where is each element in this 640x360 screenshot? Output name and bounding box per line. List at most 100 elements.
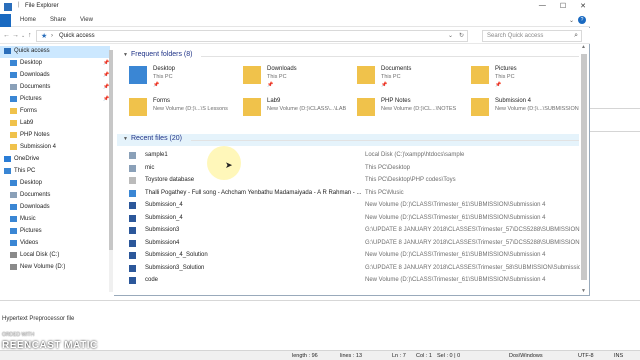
music-icon bbox=[10, 216, 17, 222]
recent-file-row[interactable]: Submission_4 New Volume (D:)\CLASS\Trimes… bbox=[117, 213, 579, 225]
frequent-folders-header[interactable]: ▼ Frequent folders (8) bbox=[117, 50, 579, 62]
nav-item-music[interactable]: Music bbox=[0, 214, 110, 226]
file-name: Submission3_Solution bbox=[145, 264, 205, 271]
scroll-down-icon[interactable]: ▼ bbox=[581, 288, 586, 294]
folder-icon bbox=[243, 98, 261, 116]
nav-item-this-pc[interactable]: This PC bbox=[0, 166, 110, 178]
chevron-down-icon[interactable]: ⌄ bbox=[569, 17, 574, 24]
nav-item-label: Pictures bbox=[20, 228, 42, 234]
watermark-top-text: ORDED WITH bbox=[2, 332, 35, 338]
scroll-up-icon[interactable]: ▲ bbox=[581, 44, 586, 50]
recent-file-row[interactable]: Submission3_Solution G:\UPDATE 8 JANUARY … bbox=[117, 263, 588, 275]
folder-location: New Volume (D:)\...\SUBMISSION bbox=[495, 106, 579, 112]
content-scrollbar[interactable]: ▲ ▼ bbox=[580, 44, 588, 294]
status-col: Col : 1 bbox=[416, 353, 432, 359]
frequent-folder-tile[interactable]: Forms New Volume (D:)\...\S Lessons bbox=[129, 96, 239, 124]
recent-file-row[interactable]: Submission4 G:\UPDATE 8 JANUARY 2018\CLAS… bbox=[117, 238, 580, 250]
file-name: Toystore database bbox=[145, 177, 195, 183]
recent-file-row[interactable]: Submission_4 New Volume (D:)\CLASS\Trimes… bbox=[117, 200, 579, 212]
frequent-folder-tile[interactable]: Downloads This PC 📌 bbox=[243, 64, 353, 92]
recent-file-row[interactable]: Toystore database This PC\Desktop\PHP cod… bbox=[117, 175, 579, 187]
recent-file-row[interactable]: sample1 Local Disk (C:)\xampp\htdocs\samp… bbox=[117, 150, 579, 162]
file-path: New Volume (D:)\CLASS\Trimester_61\SUBMI… bbox=[365, 202, 546, 208]
breadcrumb-separator-icon[interactable]: › bbox=[51, 33, 53, 39]
navigation-scrollbar[interactable] bbox=[109, 50, 113, 292]
collapse-arrow-icon[interactable]: ▼ bbox=[123, 52, 128, 58]
nav-item-forms[interactable]: Forms bbox=[0, 106, 110, 118]
recent-files-header[interactable]: ▼ Recent files (20) bbox=[117, 134, 579, 146]
maximize-button[interactable]: ☐ bbox=[560, 2, 566, 10]
tab-share[interactable]: Share bbox=[50, 17, 66, 23]
title-bar: | File Explorer — ☐ ✕ bbox=[0, 0, 590, 14]
recent-locations-icon[interactable]: ⌄ bbox=[21, 33, 25, 39]
nav-item-downloads[interactable]: Downloads 📌 bbox=[0, 70, 110, 82]
nav-item-submission-4[interactable]: Submission 4 bbox=[0, 142, 110, 154]
file-name: mic bbox=[145, 164, 155, 171]
pin-icon: 📌 bbox=[495, 82, 502, 88]
nav-item-documents[interactable]: Documents 📌 bbox=[0, 82, 110, 94]
folder-location: New Volume (D:)\CLASS\...\LAB bbox=[267, 106, 347, 112]
nav-item-local-disk-c[interactable]: Local Disk (C:) bbox=[0, 250, 110, 262]
documents-icon bbox=[10, 192, 17, 198]
nav-item-downloads[interactable]: Downloads bbox=[0, 202, 110, 214]
audio-file-icon bbox=[129, 189, 136, 197]
forward-arrow-icon[interactable]: → bbox=[12, 32, 19, 39]
frequent-folder-tile[interactable]: Lab9 New Volume (D:)\CLASS\...\LAB bbox=[243, 96, 353, 124]
file-path: Local Disk (C:)\xampp\htdocs\sample bbox=[365, 152, 465, 158]
nav-item-pictures[interactable]: Pictures 📌 bbox=[0, 94, 110, 106]
nav-item-desktop[interactable]: Desktop bbox=[0, 178, 110, 190]
frequent-folder-tile[interactable]: Submission 4 New Volume (D:)\...\SUBMISSI… bbox=[471, 96, 581, 124]
help-icon[interactable]: ? bbox=[578, 16, 586, 24]
title-separator: | bbox=[18, 2, 20, 8]
word-doc-icon bbox=[129, 202, 136, 209]
frequent-folder-tile[interactable]: Documents This PC 📌 bbox=[357, 64, 467, 92]
word-doc-icon bbox=[129, 214, 136, 222]
tab-home[interactable]: Home bbox=[20, 17, 36, 23]
frequent-folder-tile[interactable]: PHP Notes New Volume (D:)\CL...\NOTES bbox=[357, 96, 467, 124]
file-name: Submission_4 bbox=[145, 214, 183, 221]
recent-file-row[interactable]: Submission3 G:\UPDATE 8 JANUARY 2018\CLAS… bbox=[117, 225, 580, 237]
file-explorer-window: | File Explorer — ☐ ✕ Home Share View ⌄ … bbox=[0, 0, 590, 296]
nav-item-label: OneDrive bbox=[14, 156, 40, 162]
nav-item-videos[interactable]: Videos bbox=[0, 238, 110, 250]
back-arrow-icon[interactable]: ← bbox=[3, 32, 10, 39]
folder-icon bbox=[471, 98, 489, 116]
nav-item-pictures[interactable]: Pictures bbox=[0, 226, 110, 238]
nav-item-new-volume-d[interactable]: New Volume (D:) bbox=[0, 262, 110, 274]
frequent-folder-tile[interactable]: Desktop This PC 📌 bbox=[129, 64, 239, 92]
frequent-folders-title: Frequent folders (8) bbox=[131, 51, 193, 58]
nav-item-onedrive[interactable]: OneDrive bbox=[0, 154, 110, 166]
nav-item-label: This PC bbox=[14, 168, 36, 174]
nav-item-lab9[interactable]: Lab9 bbox=[0, 118, 110, 130]
minimize-button[interactable]: — bbox=[539, 2, 546, 10]
nav-item-label: Local Disk (C:) bbox=[20, 252, 60, 258]
recent-file-row[interactable]: Thalli Pogathey - Full song - Achcham Ye… bbox=[117, 188, 579, 200]
frequent-folder-tile[interactable]: Pictures This PC 📌 bbox=[471, 64, 581, 92]
navigation-scrollbar-thumb[interactable] bbox=[109, 50, 113, 250]
quick-access-toolbar-icon[interactable] bbox=[4, 3, 12, 11]
nav-item-desktop[interactable]: Desktop 📌 bbox=[0, 58, 110, 70]
refresh-icon[interactable]: ↻ bbox=[459, 32, 464, 39]
editor-file-type: Hypertext Preprocessor file bbox=[2, 316, 75, 322]
folder-name: Desktop bbox=[153, 66, 176, 72]
address-bar[interactable]: ★ › Quick access ⌄ ↻ bbox=[36, 30, 468, 42]
file-tab[interactable] bbox=[0, 14, 11, 27]
close-button[interactable]: ✕ bbox=[580, 2, 586, 10]
tab-view[interactable]: View bbox=[80, 17, 93, 23]
content-scrollbar-thumb[interactable] bbox=[581, 54, 587, 280]
search-input[interactable]: Search Quick access ⌕ bbox=[482, 30, 582, 42]
nav-item-quick-access[interactable]: Quick access bbox=[0, 46, 110, 58]
up-arrow-icon[interactable]: ↑ bbox=[28, 32, 32, 39]
address-dropdown-icon[interactable]: ⌄ bbox=[448, 32, 453, 39]
status-eol: Dos\Windows bbox=[509, 353, 543, 359]
folder-name: PHP Notes bbox=[381, 98, 411, 104]
nav-item-php-notes[interactable]: PHP Notes bbox=[0, 130, 110, 142]
recent-file-row[interactable]: mic This PC\Desktop bbox=[117, 163, 579, 175]
nav-item-documents[interactable]: Documents bbox=[0, 190, 110, 202]
nav-item-label: Forms bbox=[20, 108, 37, 114]
recent-file-row[interactable]: Submission_4_Solution New Volume (D:)\CLA… bbox=[117, 250, 579, 262]
section-divider bbox=[191, 140, 579, 141]
breadcrumb-quick-access[interactable]: Quick access bbox=[59, 33, 95, 39]
recent-file-row[interactable]: code New Volume (D:)\CLASS\Trimester_61\S… bbox=[117, 275, 579, 287]
collapse-arrow-icon[interactable]: ▼ bbox=[123, 136, 128, 142]
